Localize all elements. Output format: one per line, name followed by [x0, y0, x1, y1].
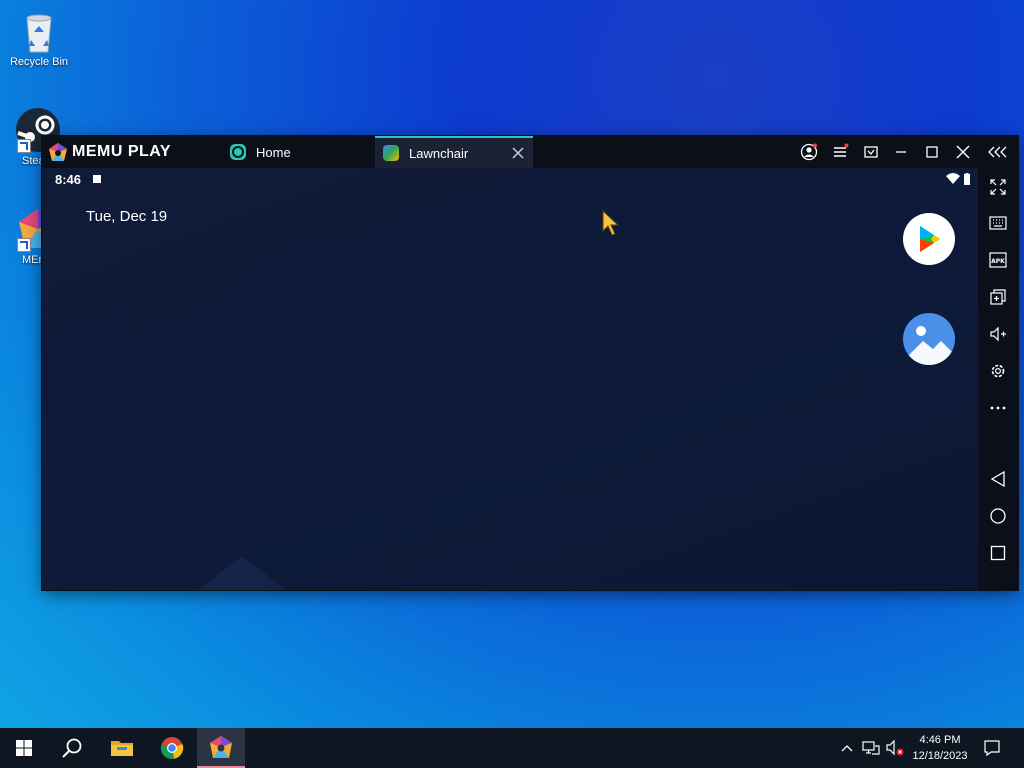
- account-button[interactable]: [798, 142, 820, 162]
- windows-start-icon: [16, 740, 32, 756]
- volume-tray-button[interactable]: [884, 728, 906, 768]
- minimize-icon: [896, 151, 906, 153]
- apk-icon: APK: [989, 252, 1007, 268]
- tab-lawnchair[interactable]: Lawnchair: [375, 136, 533, 168]
- gallery-app[interactable]: [903, 313, 955, 365]
- close-button[interactable]: [952, 142, 974, 162]
- maximize-icon: [926, 146, 938, 158]
- memu-taskbar-button[interactable]: [197, 728, 245, 768]
- notification-icon: [93, 175, 101, 183]
- memu-taskbar-icon: [210, 736, 232, 758]
- multi-window-icon: [990, 289, 1006, 305]
- taskbar-clock[interactable]: 4:46 PM 12/18/2023: [905, 732, 975, 764]
- home-tab-icon: [230, 144, 246, 160]
- minimize-button[interactable]: [890, 142, 912, 162]
- memu-logo-icon: [49, 143, 67, 161]
- settings-icon: [991, 364, 1005, 378]
- play-store-app[interactable]: [903, 213, 955, 265]
- fullscreen-icon: [990, 179, 1006, 195]
- apk-install-button[interactable]: APK: [987, 249, 1009, 271]
- collapse-sidebar-button[interactable]: [987, 142, 1009, 162]
- android-screen[interactable]: 8:46 Tue, Dec 19: [42, 168, 978, 590]
- keyboard-icon: [989, 216, 1007, 230]
- windows-taskbar: 4:46 PM 12/18/2023: [0, 728, 1024, 768]
- menu-button[interactable]: [829, 142, 851, 162]
- svg-text:APK: APK: [991, 258, 1005, 265]
- close-icon: [956, 145, 970, 159]
- lawnchair-icon: [383, 145, 399, 161]
- emulator-sidebar: APK: [978, 168, 1018, 590]
- gallery-icon: [907, 326, 955, 365]
- file-explorer-icon: [111, 741, 133, 756]
- chrome-icon: [160, 737, 184, 759]
- desktop-icon-label: Recycle Bin: [9, 56, 69, 68]
- clock-date: 12/18/2023: [912, 750, 968, 762]
- brand-name: MEMU PLAY: [72, 143, 172, 160]
- desktop-icon-recycle-bin[interactable]: Recycle Bin: [1, 8, 77, 68]
- play-store-icon: [920, 226, 940, 252]
- memu-logo: MEMU PLAY: [48, 142, 171, 162]
- account-icon: [800, 143, 818, 161]
- android-recents-button[interactable]: [987, 542, 1009, 564]
- tab-home[interactable]: Home: [222, 136, 372, 168]
- battery-icon: [964, 173, 970, 185]
- start-button[interactable]: [0, 728, 48, 768]
- volume-up-button[interactable]: [987, 323, 1009, 345]
- android-back-button[interactable]: [987, 468, 1009, 490]
- search-button[interactable]: [48, 728, 96, 768]
- screen-record-icon: [864, 146, 878, 158]
- status-bar-icons: [946, 173, 970, 185]
- home-screen-date[interactable]: Tue, Dec 19: [86, 208, 167, 225]
- window-titlebar[interactable]: MEMU PLAY Home Lawnchair: [42, 136, 1018, 168]
- recents-icon: [990, 545, 1006, 561]
- notification-center-icon: [984, 740, 1000, 757]
- clock-time: 4:46 PM: [919, 734, 961, 746]
- home-circle-icon: [990, 508, 1006, 524]
- screen-record-button[interactable]: [860, 142, 882, 162]
- tab-close-icon[interactable]: [511, 146, 525, 160]
- more-button[interactable]: [987, 397, 1009, 419]
- menu-icon: [834, 143, 849, 157]
- chrome-button[interactable]: [148, 728, 196, 768]
- recycle-bin-icon: [16, 8, 62, 54]
- search-icon: [62, 738, 82, 758]
- network-tray-button[interactable]: [860, 728, 882, 768]
- mouse-cursor-icon: [602, 210, 620, 236]
- status-bar-time: 8:46: [55, 172, 82, 187]
- keyboard-button[interactable]: [987, 212, 1009, 234]
- memu-emulator-window: MEMU PLAY Home Lawnchair 8:46 Tue, Dec 1…: [42, 136, 1018, 590]
- decorative-shape: [190, 556, 294, 590]
- file-explorer-button[interactable]: [98, 728, 146, 768]
- volume-muted-icon: [886, 740, 904, 756]
- shortcut-arrow-icon: [17, 139, 31, 153]
- settings-button[interactable]: [987, 360, 1009, 382]
- maximize-button[interactable]: [921, 142, 943, 162]
- back-icon: [990, 470, 1005, 488]
- action-center-button[interactable]: [978, 728, 1006, 768]
- chevron-up-icon: [841, 745, 853, 752]
- collapse-sidebar-icon: [988, 146, 1007, 158]
- android-home-button[interactable]: [987, 505, 1009, 527]
- multi-window-button[interactable]: [987, 286, 1009, 308]
- wifi-icon: [946, 173, 960, 184]
- fullscreen-button[interactable]: [987, 176, 1009, 198]
- shortcut-arrow-icon: [17, 238, 31, 252]
- network-icon: [862, 741, 880, 755]
- tab-label: Lawnchair: [409, 145, 469, 161]
- tab-label: Home: [256, 144, 291, 160]
- volume-up-icon: [990, 326, 1006, 342]
- show-hidden-icons-button[interactable]: [838, 728, 856, 768]
- more-icon: [990, 406, 1006, 410]
